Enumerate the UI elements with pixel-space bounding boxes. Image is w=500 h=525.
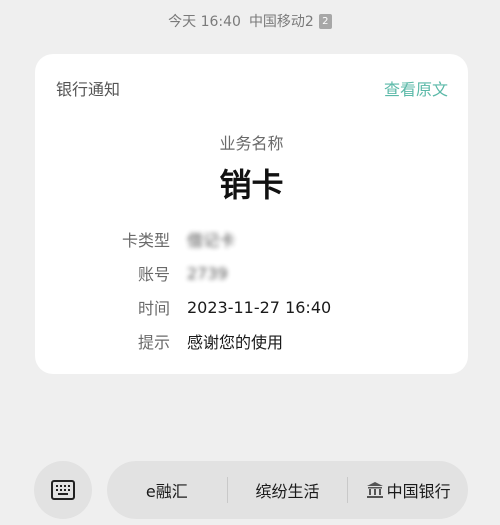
bank-icon [366,481,384,499]
keyboard-toggle-button[interactable] [34,461,92,519]
menu-item-label: 中国银行 [386,482,451,501]
sim-badge: 2 [318,13,332,29]
card-header: 银行通知 查看原文 [56,76,448,100]
card-title: 银行通知 [56,80,121,99]
row-value: 感谢您的使用 [187,333,284,352]
menu-item-label: 缤纷生活 [255,482,320,501]
status-carrier: 中国移动2 [248,14,314,30]
row-value: 2739 [187,263,228,283]
menu-item-e-ronghui[interactable]: e融汇 [107,461,227,519]
status-time: 今天 16:40 [168,14,241,30]
detail-row-tip: 提示 感谢您的使用 [35,324,468,358]
detail-row-account: 账号 2739 [35,256,468,290]
menu-item-label: e融汇 [145,482,188,501]
detail-row-card-type: 卡类型 借记卡 [35,222,468,256]
menu-item-bank-of-china[interactable]: 中国银行 [348,461,468,519]
row-label: 账号 [137,265,170,284]
keyboard-icon [51,480,75,500]
row-label: 卡类型 [121,231,170,250]
business-name-label: 业务名称 [219,134,284,153]
row-label: 时间 [137,299,170,318]
bank-notification-card: 银行通知 查看原文 业务名称 销卡 卡类型 借记卡 账号 2739 时间 202… [35,54,468,374]
detail-row-time: 时间 2023-11-27 16:40 [35,290,468,324]
bottom-menu-bar: e融汇 缤纷生活 中国银行 [107,461,468,519]
row-label: 提示 [137,333,170,352]
status-bar: 今天 16:40 中国移动2 2 [0,10,500,32]
business-name-value: 销卡 [219,166,284,204]
detail-rows: 卡类型 借记卡 账号 2739 时间 2023-11-27 16:40 提示 感… [35,222,468,358]
view-original-link[interactable]: 查看原文 [384,76,448,100]
row-value: 借记卡 [187,231,236,250]
menu-item-colorful-life[interactable]: 缤纷生活 [228,461,348,519]
row-value: 2023-11-27 16:40 [187,297,332,317]
